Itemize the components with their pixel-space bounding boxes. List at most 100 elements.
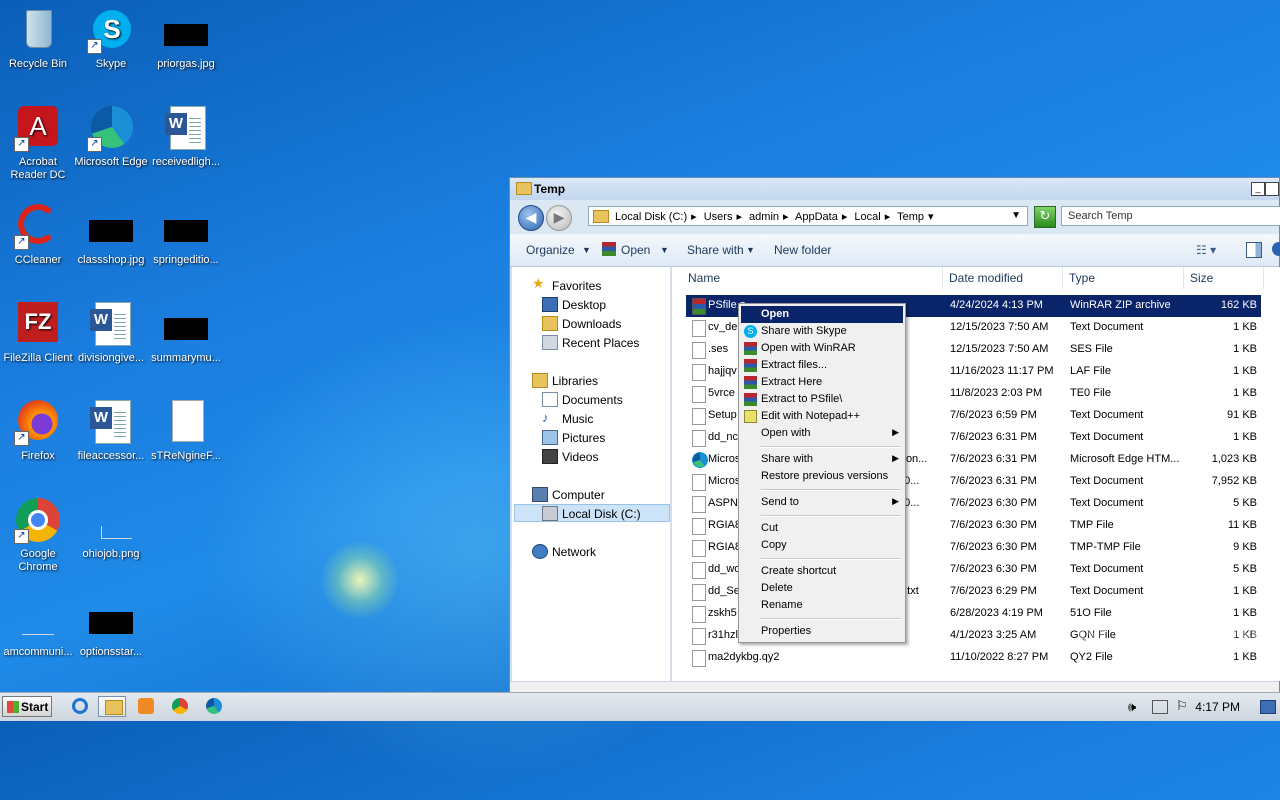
file-icon[interactable]: classshop.jpg — [73, 202, 149, 267]
title-bar[interactable]: Temp _ — [510, 178, 1279, 200]
file-name: hajjqv — [708, 365, 737, 377]
word-document-icon[interactable]: W divisiongive... — [73, 300, 149, 365]
file-icon[interactable]: amcommuni... — [0, 594, 76, 659]
menu-item-open[interactable]: Open — [741, 306, 903, 323]
search-input[interactable]: Search Temp — [1061, 206, 1280, 226]
column-header-name[interactable]: Name — [682, 267, 943, 289]
file-icon — [692, 386, 706, 403]
menu-item-open-with-winrar[interactable]: Open with WinRAR — [741, 340, 903, 357]
menu-item-restore-previous[interactable]: Restore previous versions — [741, 468, 903, 485]
nav-music[interactable]: Music — [562, 412, 593, 426]
minimize-button[interactable]: _ — [1251, 182, 1265, 196]
ie-icon[interactable] — [66, 696, 94, 717]
menu-item-copy[interactable]: Copy — [741, 537, 903, 554]
nav-favorites[interactable]: Favorites — [552, 279, 601, 293]
breadcrumb-item[interactable]: Local Disk (C:) — [615, 211, 687, 223]
skype-icon[interactable]: S ↗ Skype — [73, 6, 149, 71]
explorer-taskbar-icon[interactable] — [98, 696, 126, 717]
column-header-size[interactable]: Size — [1184, 267, 1264, 289]
column-header-type[interactable]: Type — [1063, 267, 1184, 289]
command-bar: Organize ▼ Open ▼ Share with ▼ New folde… — [510, 234, 1280, 267]
menu-item-edit-notepad[interactable]: Edit with Notepad++ — [741, 408, 903, 425]
breadcrumb-item[interactable]: admin — [749, 211, 779, 223]
back-button[interactable]: ◀ — [518, 205, 544, 231]
desktop-icon-label: summarymu... — [151, 352, 221, 364]
file-icon[interactable]: springeditio... — [148, 202, 224, 267]
navigation-pane: ★ Favorites Desktop Downloads Recent Pla… — [512, 267, 671, 681]
breadcrumb-item[interactable]: Temp — [897, 211, 924, 223]
volume-icon[interactable]: 🕪 — [1128, 699, 1136, 715]
file-icon[interactable]: optionsstar... — [73, 594, 149, 659]
menu-item-share-with[interactable]: Share with ▶ — [741, 451, 903, 468]
nav-recent-places[interactable]: Recent Places — [562, 336, 639, 350]
menu-item-send-to[interactable]: Send to ▶ — [741, 494, 903, 511]
address-bar[interactable]: Local Disk (C:) ▸ Users ▸ admin ▸ AppData ▸ … — [588, 206, 1028, 226]
chrome-taskbar-icon[interactable] — [166, 696, 194, 717]
breadcrumb-item[interactable]: Users — [704, 211, 733, 223]
show-desktop-icon[interactable] — [1260, 700, 1276, 714]
forward-button[interactable]: ▶ — [546, 205, 572, 231]
word-document-icon[interactable]: W receivedligh... — [148, 104, 224, 169]
file-icon[interactable]: summarymu... — [148, 300, 224, 365]
menu-item-create-shortcut[interactable]: Create shortcut — [741, 563, 903, 580]
maximize-button[interactable] — [1265, 182, 1279, 196]
refresh-icon[interactable]: ↻ — [1034, 206, 1056, 228]
organize-button[interactable]: Organize — [526, 243, 575, 257]
start-button[interactable]: Start — [2, 696, 52, 717]
ccleaner-icon[interactable]: ↗ CCleaner — [0, 202, 76, 267]
open-button[interactable]: Open — [621, 243, 650, 257]
word-document-icon[interactable]: W fileaccessor... — [73, 398, 149, 463]
file-name: dd_Se — [708, 585, 740, 597]
file-date: 7/6/2023 6:30 PM — [950, 497, 1037, 509]
edge-taskbar-icon[interactable] — [200, 696, 228, 717]
image-file-icon[interactable]: priorgas.jpg — [148, 6, 224, 71]
menu-item-open-with[interactable]: Open with ▶ — [741, 425, 903, 442]
share-with-button[interactable]: Share with — [687, 243, 744, 257]
nav-downloads[interactable]: Downloads — [562, 317, 621, 331]
chrome-icon[interactable]: ↗ Google Chrome — [0, 496, 76, 574]
menu-item-rename[interactable]: Rename — [741, 597, 903, 614]
image-file-icon[interactable]: ohiojob.png — [73, 496, 149, 561]
media-player-icon[interactable] — [132, 696, 160, 717]
clock[interactable]: 4:17 PM — [1195, 700, 1240, 714]
file-name: .ses — [708, 343, 729, 355]
blank-file-icon[interactable]: sTReNgineF... — [148, 398, 224, 463]
file-date: 11/16/2023 11:17 PM — [950, 365, 1054, 377]
drive-icon — [542, 506, 558, 521]
recycle-bin-icon[interactable]: Recycle Bin — [0, 6, 76, 71]
edge-icon[interactable]: ↗ Microsoft Edge — [73, 104, 149, 169]
menu-item-share-with-skype[interactable]: S Share with Skype — [741, 323, 903, 340]
network-icon — [532, 544, 548, 559]
column-header-date[interactable]: Date modified — [943, 267, 1063, 289]
preview-pane-icon[interactable] — [1246, 242, 1262, 258]
help-icon[interactable] — [1272, 242, 1280, 256]
file-icon — [692, 474, 706, 491]
menu-item-cut[interactable]: Cut — [741, 520, 903, 537]
nav-pictures[interactable]: Pictures — [562, 431, 605, 445]
chevron-down-icon[interactable]: ▼ — [1011, 210, 1021, 221]
new-folder-button[interactable]: New folder — [774, 243, 831, 257]
menu-item-delete[interactable]: Delete — [741, 580, 903, 597]
menu-item-extract-here[interactable]: Extract Here — [741, 374, 903, 391]
nav-computer[interactable]: Computer — [552, 488, 605, 502]
firefox-icon[interactable]: ↗ Firefox — [0, 398, 76, 463]
file-date: 7/6/2023 6:31 PM — [950, 475, 1037, 487]
flag-icon[interactable]: ⚐ — [1176, 698, 1188, 714]
network-tray-icon[interactable] — [1152, 700, 1168, 714]
breadcrumb-item[interactable]: Local — [854, 211, 880, 223]
nav-videos[interactable]: Videos — [562, 450, 598, 464]
acrobat-icon[interactable]: A ↗ Acrobat Reader DC — [0, 104, 76, 182]
nav-libraries[interactable]: Libraries — [552, 374, 598, 388]
menu-item-extract-files[interactable]: Extract files... — [741, 357, 903, 374]
nav-desktop[interactable]: Desktop — [562, 298, 606, 312]
file-type: Text Document — [1070, 497, 1144, 509]
nav-network[interactable]: Network — [552, 545, 596, 559]
file-size: 1 KB — [1233, 321, 1257, 333]
view-options-icon[interactable]: ☷ ▾ — [1196, 243, 1216, 257]
menu-item-properties[interactable]: Properties — [741, 623, 903, 640]
breadcrumb-item[interactable]: AppData — [795, 211, 838, 223]
filezilla-icon[interactable]: FZ FileZilla Client — [0, 300, 76, 365]
nav-documents[interactable]: Documents — [562, 393, 623, 407]
nav-local-disk[interactable]: Local Disk (C:) — [562, 507, 641, 521]
menu-item-extract-to[interactable]: Extract to PSfile\ — [741, 391, 903, 408]
